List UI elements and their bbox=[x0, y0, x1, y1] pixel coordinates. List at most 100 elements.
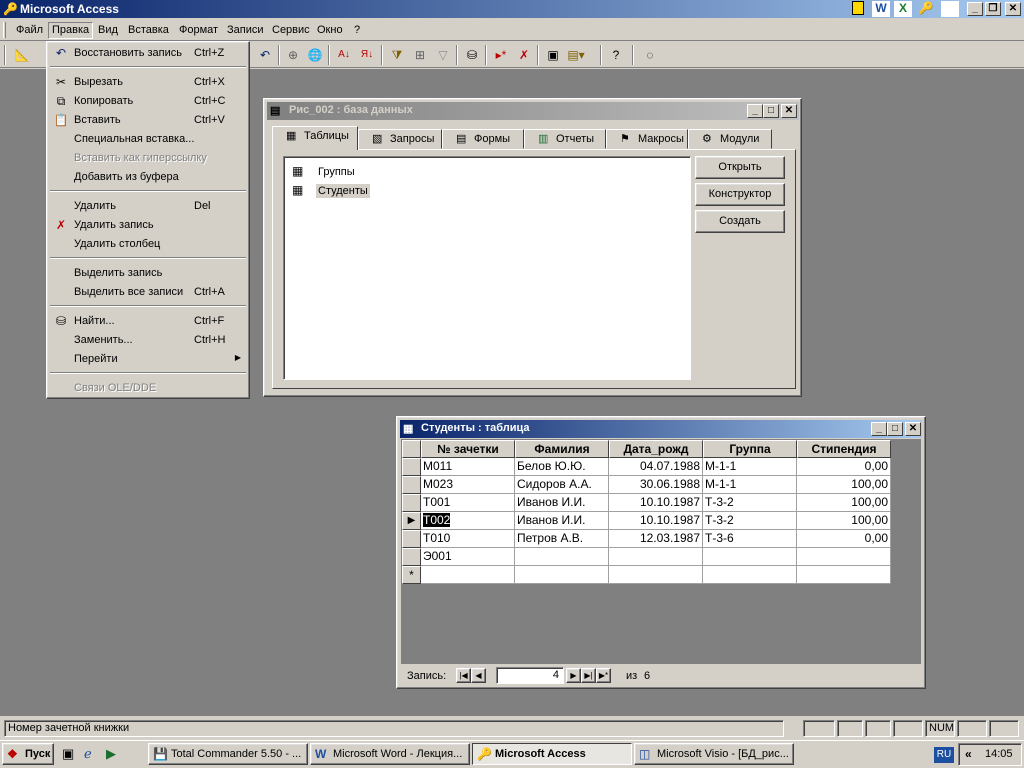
app-title-bar[interactable]: 🔑 Microsoft Access W X 🔑 ✎ _ ❐ ✕ bbox=[0, 0, 1024, 18]
table-cell[interactable]: Иванов И.И. bbox=[515, 494, 609, 512]
table-cell[interactable] bbox=[703, 548, 797, 566]
row-selector[interactable] bbox=[402, 548, 421, 566]
menu-edit[interactable]: Правка bbox=[48, 22, 94, 39]
menu-insert[interactable]: Вставка bbox=[124, 22, 173, 39]
new-button[interactable]: Создать bbox=[695, 210, 785, 233]
row-selector[interactable] bbox=[402, 494, 421, 512]
edit-menu-paste[interactable]: 📋 Вставить Ctrl+V bbox=[49, 111, 247, 130]
design-button[interactable]: Конструктор bbox=[695, 183, 785, 206]
edit-menu-find[interactable]: ⛁ Найти... Ctrl+F bbox=[49, 312, 247, 331]
menu-view[interactable]: Вид bbox=[94, 22, 122, 39]
column-header-group[interactable]: Группа bbox=[703, 440, 797, 458]
new-record-icon[interactable]: ▸* bbox=[491, 46, 511, 64]
current-row-indicator-icon[interactable]: ▶ bbox=[402, 512, 421, 530]
new-record-asterisk-icon[interactable]: * bbox=[402, 566, 421, 584]
new-record-cell[interactable] bbox=[703, 566, 797, 584]
office-assistant-icon[interactable]: ◌ bbox=[640, 46, 660, 64]
table-window-title-bar[interactable]: ▦ Студенты : таблица _ □ ✕ bbox=[400, 420, 922, 438]
table-close-button[interactable]: ✕ bbox=[905, 422, 921, 436]
table-cell[interactable]: М023 bbox=[421, 476, 515, 494]
table-cell[interactable]: Т-3-2 bbox=[703, 494, 797, 512]
row-selector[interactable] bbox=[402, 458, 421, 476]
access-shortcut-icon[interactable]: 🔑 bbox=[917, 1, 935, 17]
edit-menu-paste-special[interactable]: Специальная вставка... bbox=[49, 130, 247, 149]
web-icon[interactable]: ⊕ bbox=[283, 46, 303, 64]
menu-format[interactable]: Формат bbox=[175, 22, 222, 39]
undo-icon[interactable]: ↶ bbox=[255, 46, 275, 64]
next-record-icon[interactable]: ▶ bbox=[566, 668, 581, 683]
table-cell[interactable]: 30.06.1988 bbox=[609, 476, 703, 494]
table-cell[interactable] bbox=[609, 548, 703, 566]
table-cell[interactable]: Т-3-2 bbox=[703, 512, 797, 530]
table-cell[interactable]: Т010 bbox=[421, 530, 515, 548]
table-cell[interactable]: 0,00 bbox=[797, 458, 891, 476]
menu-records[interactable]: Записи bbox=[223, 22, 268, 39]
word-shortcut-icon[interactable]: W bbox=[872, 1, 890, 17]
task-total-commander[interactable]: 💾 Total Commander 5.50 - ... bbox=[148, 743, 308, 765]
filter-by-selection-icon[interactable]: ⧩ bbox=[387, 46, 407, 64]
sort-descending-icon[interactable]: Я↓ bbox=[357, 46, 377, 64]
table-cell[interactable]: Т001 bbox=[421, 494, 515, 512]
view-design-icon[interactable]: 📐 bbox=[12, 46, 32, 64]
table-cell[interactable]: Т-3-6 bbox=[703, 530, 797, 548]
tab-macros[interactable]: ⚑ Макросы bbox=[606, 129, 688, 149]
table-cell[interactable]: М011 bbox=[421, 458, 515, 476]
tab-queries[interactable]: ▧ Запросы bbox=[358, 129, 442, 149]
table-maximize-button[interactable]: □ bbox=[887, 422, 903, 436]
menu-tools[interactable]: Сервис bbox=[268, 22, 314, 39]
notes-shortcut-icon[interactable]: ✎ bbox=[941, 1, 959, 17]
edit-menu-undo-record[interactable]: ↶ Восстановить запись Ctrl+Z bbox=[49, 44, 247, 63]
tab-modules[interactable]: ⚙ Модули bbox=[688, 129, 772, 149]
row-selector[interactable] bbox=[402, 476, 421, 494]
edit-menu-delete-record[interactable]: ✗ Удалить запись bbox=[49, 216, 247, 235]
table-cell[interactable]: 0,00 bbox=[797, 530, 891, 548]
new-record-cell[interactable] bbox=[515, 566, 609, 584]
apply-filter-icon[interactable]: ▽ bbox=[433, 46, 453, 64]
language-indicator[interactable]: RU bbox=[934, 747, 954, 763]
table-cell[interactable]: 10.10.1987 bbox=[609, 512, 703, 530]
column-header-birthdate[interactable]: Дата_рожд bbox=[609, 440, 703, 458]
table-cell-selected[interactable]: Т002 bbox=[421, 512, 515, 530]
edit-menu-delete[interactable]: Удалить Del bbox=[49, 197, 247, 216]
database-window-icon[interactable]: ▤▾ bbox=[566, 46, 586, 64]
table-cell[interactable]: Белов Ю.Ю. bbox=[515, 458, 609, 476]
internet-explorer-icon[interactable]: ℯ bbox=[84, 746, 92, 762]
tab-reports[interactable]: ▥ Отчеты bbox=[524, 129, 606, 149]
start-button[interactable]: ❖ Пуск bbox=[2, 743, 54, 765]
database-window-title-bar[interactable]: ▤ Рис_002 : база данных _ □ ✕ bbox=[267, 102, 799, 120]
table-cell[interactable]: 100,00 bbox=[797, 476, 891, 494]
table-cell[interactable]: 04.07.1988 bbox=[609, 458, 703, 476]
row-selector[interactable] bbox=[402, 530, 421, 548]
table-cell[interactable]: М-1-1 bbox=[703, 476, 797, 494]
toolbar-grip[interactable] bbox=[4, 45, 6, 65]
column-header-stipend[interactable]: Стипендия bbox=[797, 440, 891, 458]
table-cell[interactable]: Петров А.В. bbox=[515, 530, 609, 548]
table-cell[interactable] bbox=[797, 548, 891, 566]
record-number-input[interactable]: 4 bbox=[496, 667, 564, 684]
last-record-icon[interactable]: ▶| bbox=[581, 668, 596, 683]
table-minimize-button[interactable]: _ bbox=[871, 422, 887, 436]
edit-menu-select-record[interactable]: Выделить запись bbox=[49, 264, 247, 283]
edit-menu-copy[interactable]: ⧉ Копировать Ctrl+C bbox=[49, 92, 247, 111]
task-microsoft-word[interactable]: W Microsoft Word - Лекция... bbox=[310, 743, 470, 765]
hyperlink-icon[interactable]: 🌐 bbox=[305, 46, 325, 64]
office-bar-icon[interactable] bbox=[852, 1, 864, 15]
first-record-icon[interactable]: |◀ bbox=[456, 668, 471, 683]
edit-menu-goto[interactable]: Перейти ▶ bbox=[49, 350, 247, 369]
new-record-cell[interactable] bbox=[609, 566, 703, 584]
edit-menu-delete-column[interactable]: Удалить столбец bbox=[49, 235, 247, 254]
table-cell[interactable]: 100,00 bbox=[797, 494, 891, 512]
clock[interactable]: 14:05 bbox=[985, 748, 1013, 760]
new-record-nav-icon[interactable]: ▶* bbox=[596, 668, 611, 683]
filter-by-form-icon[interactable]: ⊞ bbox=[410, 46, 430, 64]
db-minimize-button[interactable]: _ bbox=[747, 104, 763, 118]
select-all-corner[interactable] bbox=[402, 440, 421, 458]
previous-record-icon[interactable]: ◀ bbox=[471, 668, 486, 683]
new-record-cell[interactable] bbox=[797, 566, 891, 584]
tray-expand-icon[interactable]: « bbox=[965, 747, 972, 761]
restore-app-button[interactable]: ❐ bbox=[985, 2, 1001, 16]
db-maximize-button[interactable]: □ bbox=[763, 104, 779, 118]
minimize-app-button[interactable]: _ bbox=[967, 2, 983, 16]
menu-file[interactable]: Файл bbox=[12, 22, 47, 39]
table-cell[interactable]: Иванов И.И. bbox=[515, 512, 609, 530]
